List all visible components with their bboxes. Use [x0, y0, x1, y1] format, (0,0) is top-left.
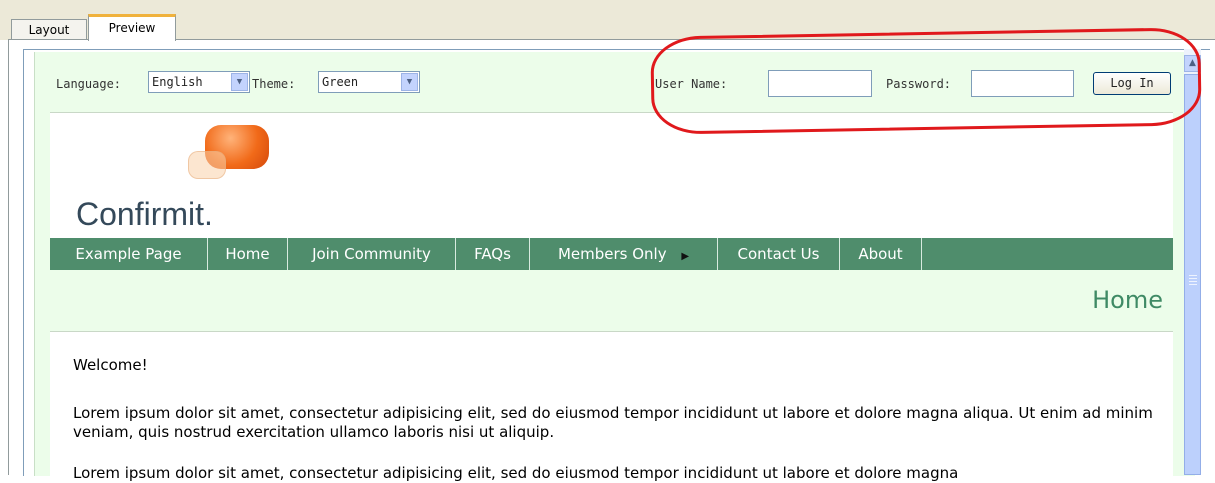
nav-item-label: FAQs: [474, 245, 511, 263]
nav-item-home[interactable]: Home: [208, 238, 288, 270]
theme-label: Theme:: [252, 77, 296, 91]
page-content: Welcome! Lorem ipsum dolor sit amet, con…: [50, 332, 1173, 482]
main-nav: Example Page Home Join Community FAQs Me…: [50, 238, 1173, 270]
nav-item-faqs[interactable]: FAQs: [456, 238, 530, 270]
welcome-text: Welcome!: [73, 356, 148, 374]
tab-layout[interactable]: Layout: [11, 19, 87, 40]
content-paragraph: Lorem ipsum dolor sit amet, consectetur …: [73, 404, 1153, 441]
nav-item-join-community[interactable]: Join Community: [288, 238, 456, 270]
annotation-circle: [650, 27, 1202, 135]
title-band: Home: [50, 270, 1173, 332]
nav-item-about[interactable]: About: [840, 238, 922, 270]
page-title: Home: [1092, 286, 1163, 314]
language-select-value: English: [152, 75, 203, 89]
grip-icon: [1189, 275, 1197, 285]
nav-item-label: Example Page: [75, 245, 182, 263]
language-select[interactable]: English ▼: [148, 71, 250, 93]
nav-item-label: About: [858, 245, 903, 263]
nav-item-contact-us[interactable]: Contact Us: [718, 238, 840, 270]
nav-item-label: Contact Us: [737, 245, 820, 263]
site-header: Confirmit.: [50, 113, 1173, 238]
theme-select[interactable]: Green ▼: [318, 71, 420, 93]
triangle-right-icon: ▶: [681, 251, 690, 262]
logo-bubble-small-icon: [188, 151, 226, 179]
chevron-down-icon[interactable]: ▼: [401, 73, 418, 91]
theme-select-value: Green: [322, 75, 359, 89]
chevron-down-icon[interactable]: ▼: [231, 73, 248, 91]
nav-item-example-page[interactable]: Example Page: [50, 238, 208, 270]
language-label: Language:: [56, 77, 122, 91]
tab-preview[interactable]: Preview: [88, 14, 176, 41]
logo[interactable]: Confirmit.: [76, 196, 213, 233]
nav-item-members-only[interactable]: Members Only ▶: [530, 238, 718, 270]
nav-item-label: Home: [225, 245, 270, 263]
nav-item-label: Join Community: [312, 245, 431, 263]
nav-item-label: Members Only: [557, 245, 667, 263]
scrollbar-thumb[interactable]: [1184, 74, 1201, 475]
content-paragraph: Lorem ipsum dolor sit amet, consectetur …: [73, 464, 959, 482]
